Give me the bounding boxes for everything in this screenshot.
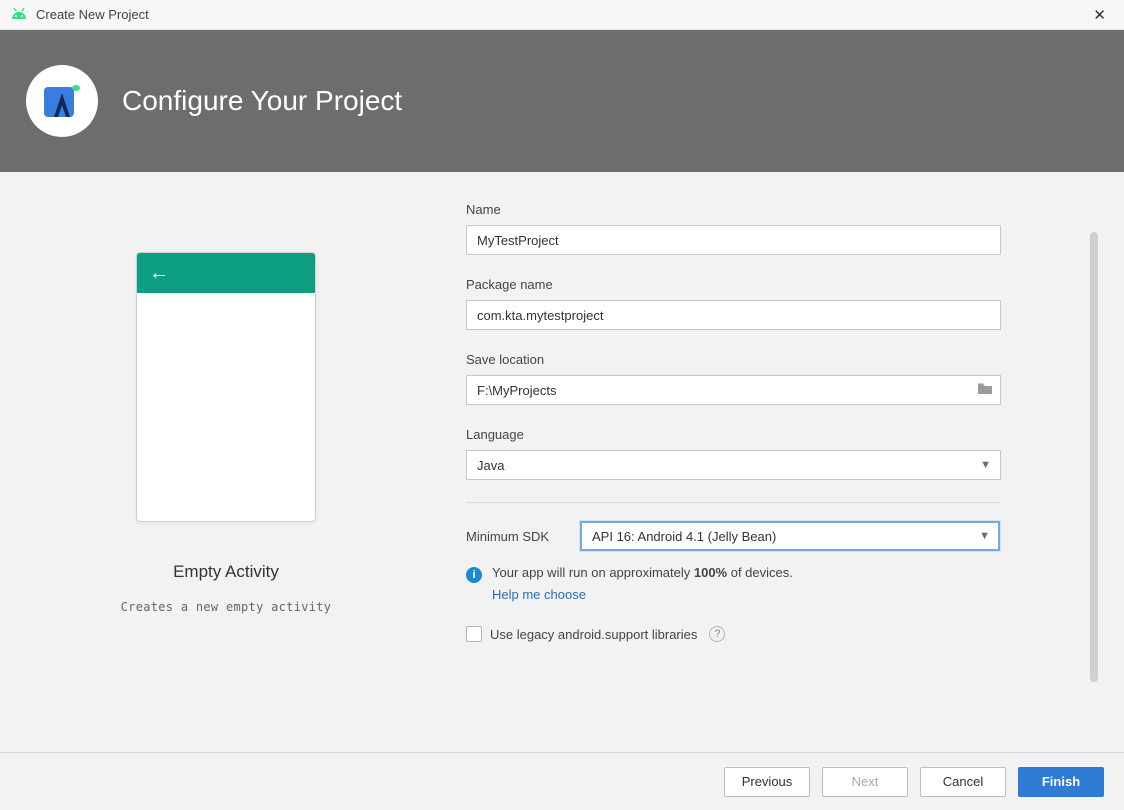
cancel-button[interactable]: Cancel: [920, 767, 1006, 797]
template-name: Empty Activity: [173, 562, 279, 582]
android-icon: [10, 7, 28, 22]
legacy-libraries-label: Use legacy android.support libraries: [490, 627, 697, 642]
language-label: Language: [466, 427, 1050, 442]
help-me-choose-link[interactable]: Help me choose: [492, 587, 1050, 602]
device-coverage-text: Your app will run on approximately 100% …: [492, 565, 793, 580]
android-studio-icon: [26, 65, 98, 137]
name-label: Name: [466, 202, 1050, 217]
phone-topbar: ←: [137, 253, 315, 293]
template-preview-pane: ← Empty Activity Creates a new empty act…: [26, 202, 426, 742]
package-name-label: Package name: [466, 277, 1050, 292]
form-pane: Name Package name Save location Language: [466, 202, 1050, 742]
save-location-label: Save location: [466, 352, 1050, 367]
info-icon: i: [466, 567, 482, 583]
browse-folder-icon[interactable]: [977, 381, 993, 399]
language-select[interactable]: [466, 450, 1001, 480]
window-title: Create New Project: [36, 7, 149, 22]
wizard-header: Configure Your Project: [0, 30, 1124, 172]
legacy-libraries-checkbox[interactable]: [466, 626, 482, 642]
help-icon[interactable]: ?: [709, 626, 725, 642]
save-location-input[interactable]: [466, 375, 1001, 405]
page-title: Configure Your Project: [122, 85, 402, 117]
phone-preview: ←: [136, 252, 316, 522]
name-input[interactable]: [466, 225, 1001, 255]
next-button[interactable]: Next: [822, 767, 908, 797]
package-name-input[interactable]: [466, 300, 1001, 330]
wizard-footer: Previous Next Cancel Finish: [0, 752, 1124, 810]
scrollbar-thumb[interactable]: [1090, 232, 1098, 682]
titlebar: Create New Project ✕: [0, 0, 1124, 30]
template-description: Creates a new empty activity: [121, 600, 332, 614]
minimum-sdk-label: Minimum SDK: [466, 529, 562, 544]
section-divider: [466, 502, 1001, 503]
close-icon[interactable]: ✕: [1085, 2, 1114, 28]
previous-button[interactable]: Previous: [724, 767, 810, 797]
back-arrow-icon: ←: [149, 263, 169, 283]
minimum-sdk-select[interactable]: [580, 521, 1000, 551]
finish-button[interactable]: Finish: [1018, 767, 1104, 797]
